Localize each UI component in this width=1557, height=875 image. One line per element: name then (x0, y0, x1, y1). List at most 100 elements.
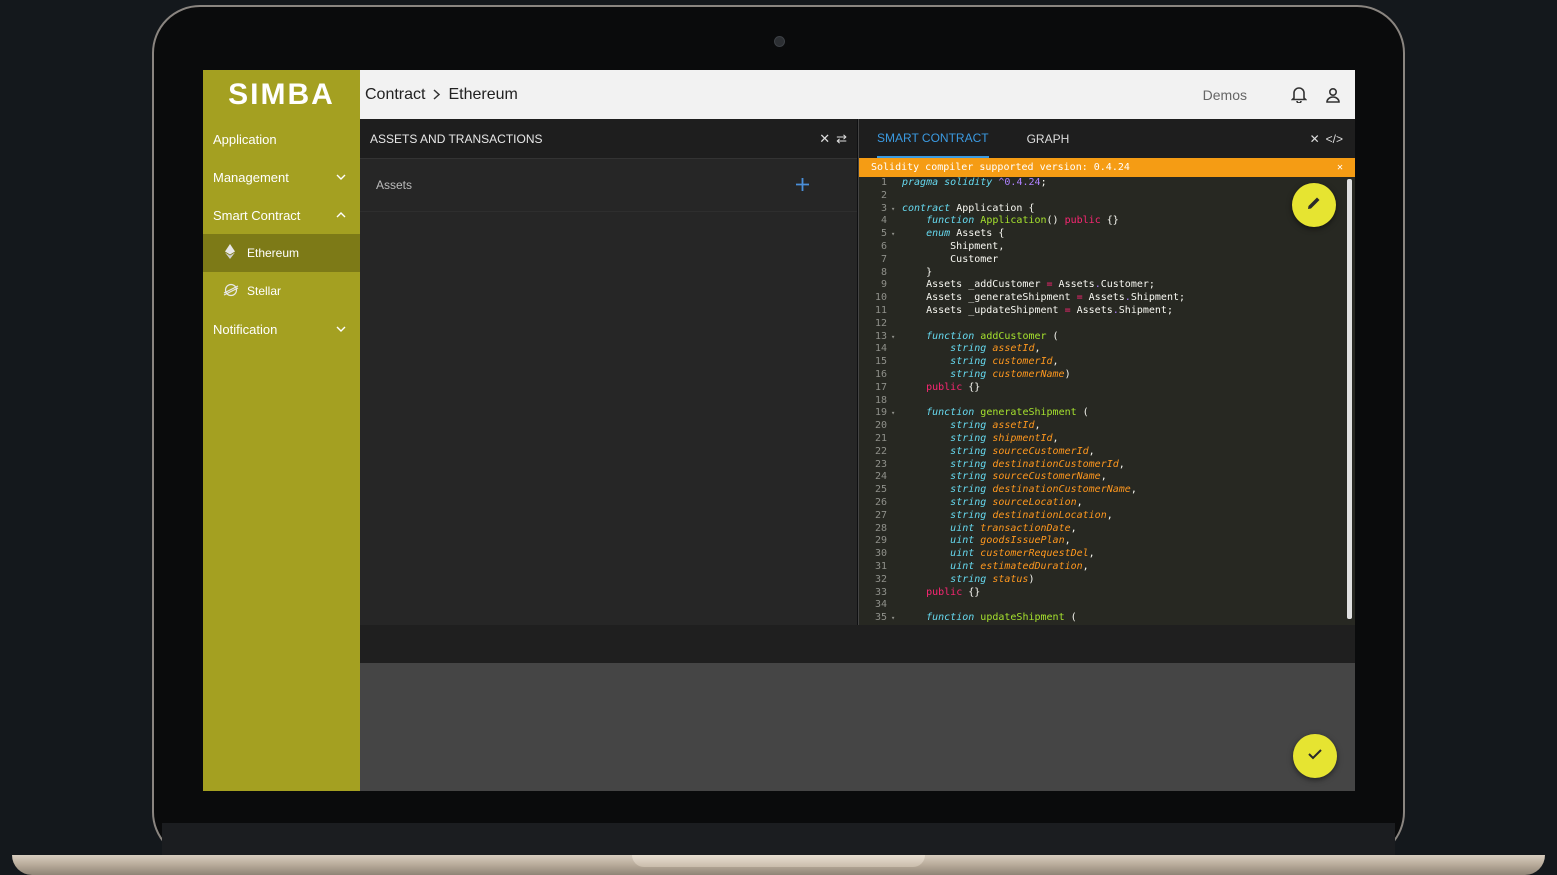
sidebar-item-label: Smart Contract (213, 207, 301, 223)
sidebar-item-application[interactable]: Application (203, 120, 360, 158)
line-number: 10 (874, 292, 887, 304)
fold-toggle-icon[interactable]: ▾ (891, 407, 899, 420)
code-line: 16 string customerName) (859, 369, 1344, 382)
code-text: enum Assets { (926, 228, 1005, 240)
breadcrumb-contract[interactable]: Contract (365, 86, 425, 104)
swap-icon[interactable]: ⇄ (836, 131, 847, 147)
tab-graph[interactable]: GRAPH (1027, 119, 1070, 158)
code-text: uint customerRequestDel, (950, 548, 1095, 560)
code-line: 25 string destinationCustomerName, (859, 484, 1344, 497)
code-text: Customer (902, 253, 999, 265)
code-line: 28 uint transactionDate, (859, 523, 1344, 536)
line-number: 27 (874, 509, 887, 521)
code-text: public {} (926, 381, 981, 393)
line-number: 31 (874, 560, 887, 572)
fold-gutter (891, 561, 899, 574)
code-text: string customerId, (950, 356, 1059, 368)
assets-panel-header: ASSETS AND TRANSACTIONS ✕ ⇄ (360, 119, 857, 159)
sidebar-subitem-stellar[interactable]: Stellar (203, 272, 360, 310)
check-icon (1307, 747, 1323, 765)
fold-gutter (891, 574, 899, 587)
line-number: 5 (880, 228, 887, 240)
code-line: 21 string shipmentId, (859, 433, 1344, 446)
code-text: uint estimatedDuration, (950, 560, 1089, 572)
panel-header-actions: ✕ ⇄ (813, 131, 847, 147)
code-line: 2 (859, 190, 1344, 203)
code-scrollbar[interactable] (1347, 179, 1352, 619)
fold-gutter (891, 356, 899, 369)
tab-smart-contract[interactable]: SMART CONTRACT (877, 119, 989, 158)
assets-panel: ASSETS AND TRANSACTIONS ✕ ⇄ Assets (360, 119, 857, 625)
fold-toggle-icon[interactable]: ▾ (891, 331, 899, 344)
code-line: 35 ▾ function updateShipment ( (859, 612, 1344, 625)
sidebar-item-management[interactable]: Management (203, 158, 360, 196)
code-text: Assets _generateShipment = Assets.Shipme… (902, 292, 1186, 304)
line-number: 29 (874, 535, 887, 547)
code-text: string destinationCustomerName, (950, 484, 1137, 496)
fold-gutter (891, 535, 899, 548)
code-editor[interactable]: 1 pragma solidity ^0.4.24; 2 3 ▾ contract App… (859, 177, 1344, 625)
sidebar-item-label: Application (213, 131, 277, 147)
code-text: string shipmentId, (950, 432, 1059, 444)
sidebar-subitem-label: Ethereum (247, 246, 300, 260)
line-number: 25 (874, 484, 887, 496)
code-line: 30 uint customerRequestDel, (859, 548, 1344, 561)
edit-button[interactable] (1292, 183, 1336, 227)
close-icon[interactable]: ✕ (819, 131, 830, 147)
fold-gutter (891, 446, 899, 459)
demos-link[interactable]: Demos (1203, 87, 1247, 103)
sidebar-item-notification[interactable]: Notification (203, 310, 360, 348)
fold-toggle-icon[interactable]: ▾ (891, 203, 899, 216)
confirm-button[interactable] (1293, 734, 1337, 778)
line-number: 18 (874, 394, 887, 406)
line-number: 8 (880, 266, 887, 278)
line-number: 22 (874, 445, 887, 457)
fold-toggle-icon[interactable]: ▾ (891, 612, 899, 625)
code-line: 31 uint estimatedDuration, (859, 561, 1344, 574)
banner-text: Solidity compiler supported version: 0.4… (871, 162, 1130, 173)
app-screen: SIMBA Application Management Smart Contr… (203, 70, 1355, 791)
code-icon[interactable]: </> (1326, 132, 1343, 146)
code-text: pragma solidity ^0.4.24; (902, 177, 1047, 188)
fold-gutter (891, 177, 899, 190)
user-icon[interactable] (1323, 85, 1343, 105)
code-line: 14 string assetId, (859, 343, 1344, 356)
code-text: string customerName) (950, 368, 1071, 380)
chevron-down-icon (336, 323, 346, 335)
code-text: function generateShipment ( (926, 407, 1089, 419)
code-text: function updateShipment ( (926, 612, 1077, 624)
fold-gutter (891, 279, 899, 292)
fold-gutter (891, 343, 899, 356)
line-number: 15 (874, 356, 887, 368)
code-text: Assets _addCustomer = Assets.Customer; (902, 279, 1155, 291)
fold-gutter (891, 395, 899, 408)
close-icon[interactable]: ✕ (1310, 132, 1320, 146)
code-text: function addCustomer ( (926, 330, 1059, 342)
line-number: 20 (874, 420, 887, 432)
code-line: 9 Assets _addCustomer = Assets.Customer; (859, 279, 1344, 292)
line-number: 11 (874, 304, 887, 316)
code-line: 13 ▾ function addCustomer ( (859, 331, 1344, 344)
fold-gutter (891, 305, 899, 318)
code-line: 12 (859, 318, 1344, 331)
bell-icon[interactable] (1289, 85, 1309, 105)
code-text: uint transactionDate, (950, 522, 1077, 534)
code-text: string destinationCustomerId, (950, 458, 1125, 470)
close-icon[interactable]: ✕ (1337, 162, 1343, 173)
line-number: 28 (874, 522, 887, 534)
fold-gutter (891, 241, 899, 254)
fold-gutter (891, 318, 899, 331)
add-asset-icon[interactable] (796, 174, 809, 197)
sidebar-subitem-ethereum[interactable]: Ethereum (203, 234, 360, 272)
line-number: 7 (880, 253, 887, 265)
code-line: 5 ▾ enum Assets { (859, 228, 1344, 241)
line-number: 32 (874, 573, 887, 585)
fold-gutter (891, 510, 899, 523)
laptop-notch (632, 855, 925, 867)
top-bar: Contract Ethereum Demos (360, 70, 1355, 119)
sidebar-item-smart-contract[interactable]: Smart Contract (203, 196, 360, 234)
fold-toggle-icon[interactable]: ▾ (891, 228, 899, 241)
app-logo: SIMBA (228, 78, 335, 111)
fold-gutter (891, 292, 899, 305)
